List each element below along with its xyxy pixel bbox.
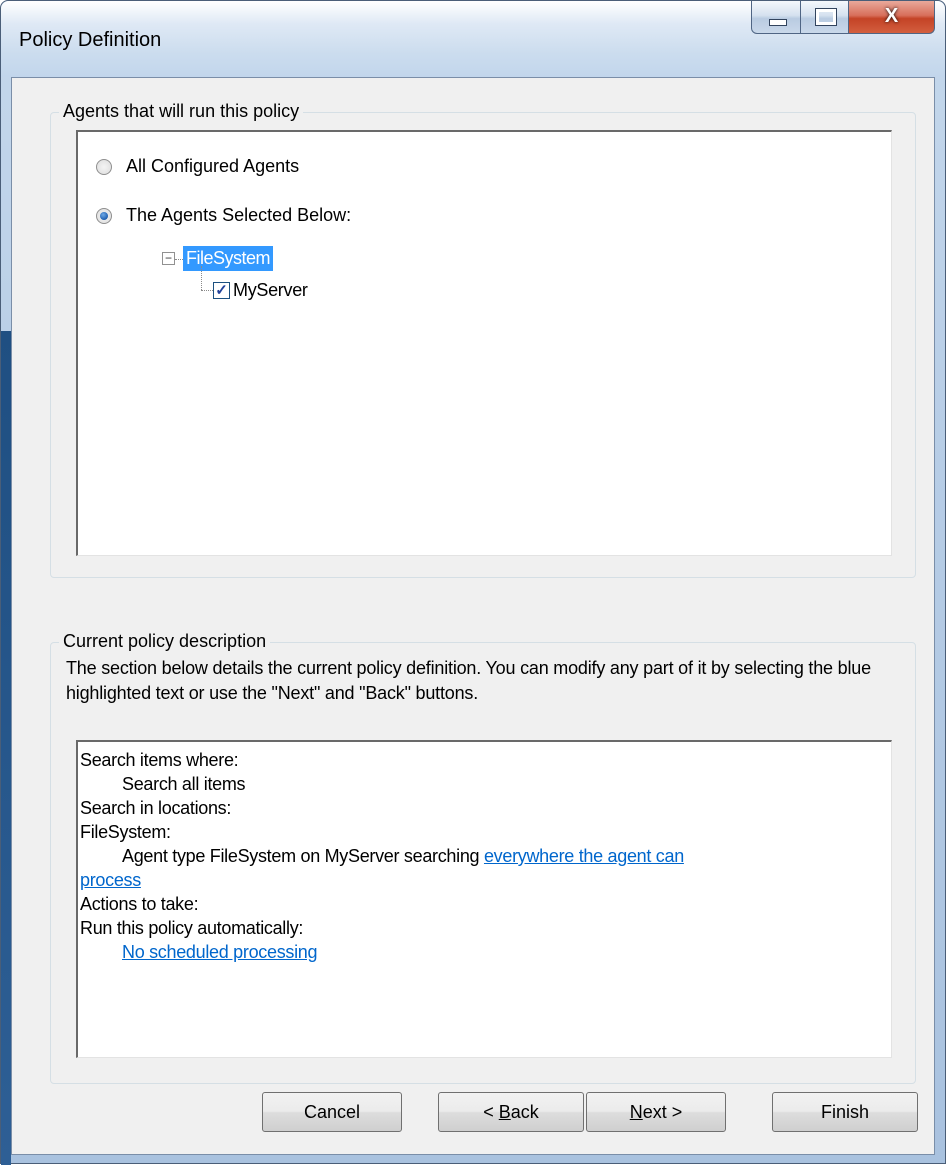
radio-selected-indicator[interactable]: [96, 207, 112, 224]
desc-agent-type-text: Agent type FileSystem on MyServer search…: [122, 846, 484, 866]
tree-node-filesystem[interactable]: FileSystem: [183, 246, 274, 271]
policy-description-panel: Search items where: Search all items Sea…: [76, 740, 892, 1058]
agents-panel: All Configured Agents The Agents Selecte…: [76, 130, 892, 556]
minimize-button[interactable]: [751, 1, 801, 34]
next-button-label: Next >: [630, 1102, 683, 1123]
maximize-button[interactable]: [801, 1, 849, 34]
back-label-prefix: <: [483, 1101, 499, 1122]
next-button[interactable]: Next >: [586, 1092, 726, 1132]
desc-search-all-items: Search all items: [122, 774, 246, 794]
background-window-edge: [1, 331, 11, 1165]
tree-node-myserver[interactable]: MyServer: [233, 280, 308, 301]
desc-agent-type-line: Agent type FileSystem on MyServer search…: [122, 846, 684, 867]
window-title: Policy Definition: [19, 29, 162, 51]
tree-connector: [201, 266, 202, 290]
minimize-icon: [769, 19, 787, 26]
description-intro: The section below details the current po…: [66, 658, 871, 703]
collapse-icon[interactable]: −: [162, 252, 175, 265]
desc-search-in-locations: Search in locations:: [80, 798, 232, 818]
radio-all-label: All Configured Agents: [126, 156, 300, 176]
dialog-client-area: Agents that will run this policy All Con…: [11, 77, 935, 1155]
tree-connector: [175, 259, 183, 260]
maximize-icon: [815, 8, 837, 26]
back-label-rest: ack: [510, 1101, 539, 1122]
radio-all-indicator[interactable]: [96, 158, 112, 175]
policy-definition-window: Policy Definition X Agents that will run…: [0, 0, 946, 1165]
everywhere-link[interactable]: everywhere the agent can: [484, 846, 684, 866]
back-button[interactable]: < Back: [438, 1092, 584, 1132]
cancel-button-label: Cancel: [303, 1101, 361, 1122]
caption-buttons: X: [751, 1, 935, 37]
radio-all-configured-agents[interactable]: All Configured Agents: [96, 156, 299, 177]
next-label-rest: ext >: [642, 1101, 683, 1122]
close-icon: X: [884, 5, 899, 27]
radio-selected-label: The Agents Selected Below:: [126, 205, 352, 225]
schedule-link[interactable]: No scheduled processing: [122, 942, 318, 963]
everywhere-link-continued[interactable]: process: [80, 870, 141, 891]
back-label-mnemonic: B: [498, 1101, 511, 1122]
tree-connector: [201, 290, 213, 291]
finish-button-label: Finish: [820, 1101, 869, 1122]
close-button[interactable]: X: [849, 1, 935, 34]
cancel-button[interactable]: Cancel: [262, 1092, 402, 1132]
desc-actions-to-take: Actions to take:: [80, 894, 199, 914]
myserver-checkbox[interactable]: ✓: [213, 282, 230, 299]
next-label-mnemonic: N: [629, 1101, 643, 1122]
finish-button[interactable]: Finish: [772, 1092, 918, 1132]
desc-filesystem: FileSystem:: [80, 822, 171, 842]
title-bar[interactable]: Policy Definition X: [1, 1, 945, 77]
description-group-legend: Current policy description: [59, 631, 271, 652]
agents-group-legend: Agents that will run this policy: [59, 101, 304, 122]
radio-agents-selected-below[interactable]: The Agents Selected Below:: [96, 205, 351, 226]
desc-run-automatically: Run this policy automatically:: [80, 918, 304, 938]
desc-search-items-where: Search items where:: [80, 750, 239, 770]
back-button-label: < Back: [483, 1102, 539, 1123]
